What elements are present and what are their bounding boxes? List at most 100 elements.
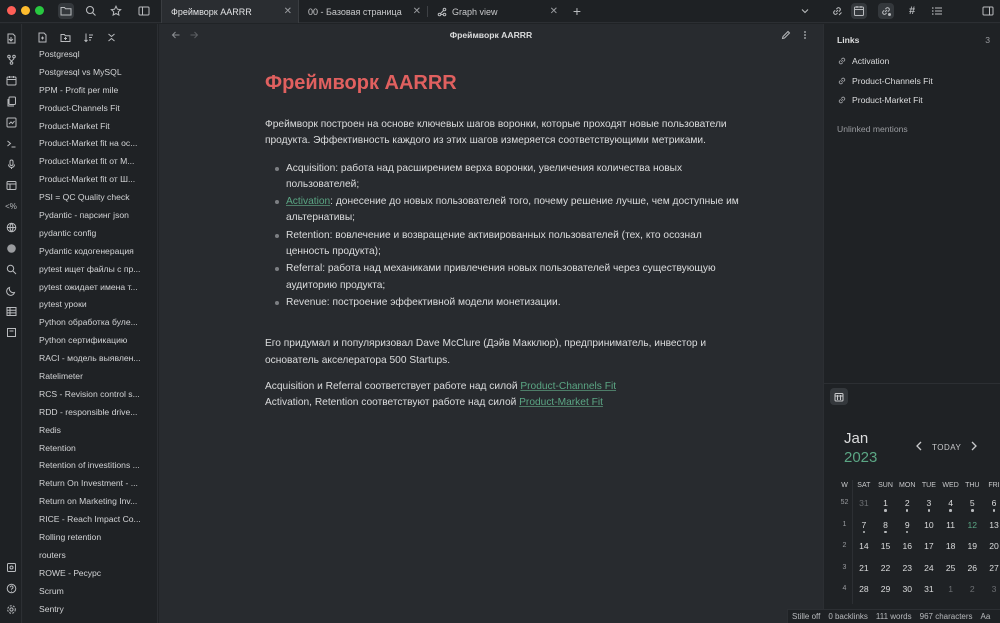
calendar-day[interactable]: 7: [853, 518, 875, 540]
file-item[interactable]: PSI = QC Quality check: [23, 189, 157, 207]
calendar-day[interactable]: 13: [983, 518, 1000, 540]
terminal-icon[interactable]: [3, 135, 19, 151]
calendar-day[interactable]: 6: [983, 496, 1000, 518]
chevron-down-icon[interactable]: [797, 3, 813, 19]
sidebar-toggle-icon[interactable]: [136, 3, 152, 19]
file-item[interactable]: routers: [23, 547, 157, 565]
prev-month-icon[interactable]: [915, 441, 923, 451]
copy-icon[interactable]: [3, 93, 19, 109]
file-item[interactable]: Product-Market Fit: [23, 118, 157, 136]
calendar-day[interactable]: 2: [961, 582, 983, 604]
calendar-day[interactable]: 23: [896, 561, 918, 583]
activation-link[interactable]: Activation: [286, 196, 330, 207]
calendar-day[interactable]: 5: [961, 496, 983, 518]
file-item[interactable]: Postgresql vs MySQL: [23, 64, 157, 82]
linked-note-item[interactable]: Product-Market Fit: [837, 93, 923, 107]
close-icon[interactable]: ✕: [413, 6, 421, 17]
outgoing-links-icon[interactable]: [878, 3, 894, 19]
percent-code-icon[interactable]: <%: [3, 198, 19, 214]
calendar-day[interactable]: 1: [940, 582, 962, 604]
file-item[interactable]: Python обработка буле...: [23, 314, 157, 332]
outline-icon[interactable]: [929, 3, 945, 19]
help-icon[interactable]: [3, 580, 19, 596]
search-icon[interactable]: [83, 3, 99, 19]
file-item[interactable]: pytest ожидает имена т...: [23, 279, 157, 297]
calendar-day[interactable]: 17: [918, 539, 940, 561]
file-item[interactable]: pytest ищет файлы с пр...: [23, 261, 157, 279]
file-item[interactable]: Python сертификацию: [23, 332, 157, 350]
microphone-icon[interactable]: [3, 156, 19, 172]
window-minimize-button[interactable]: [21, 6, 30, 15]
graph-analysis-icon[interactable]: [3, 114, 19, 130]
week-number[interactable]: 2: [837, 539, 853, 561]
calendar-day[interactable]: 31: [918, 582, 940, 604]
file-item[interactable]: RDD - responsible drive...: [23, 404, 157, 422]
git-branch-icon[interactable]: [3, 51, 19, 67]
calendar-day[interactable]: 24: [918, 561, 940, 583]
linked-note-item[interactable]: Activation: [837, 54, 889, 68]
file-item[interactable]: ROWE - Ресурс: [23, 565, 157, 583]
calendar-view-icon[interactable]: [851, 3, 867, 19]
collapse-all-icon[interactable]: [104, 30, 118, 44]
tab-graph-view[interactable]: Graph view ✕: [428, 0, 564, 23]
tab-base-page[interactable]: 00 - Базовая страница ✕: [299, 0, 427, 23]
star-icon[interactable]: [108, 3, 124, 19]
week-number[interactable]: 3: [837, 560, 853, 582]
close-icon[interactable]: ✕: [550, 6, 558, 17]
file-item[interactable]: Pydantic кодогенерация: [23, 243, 157, 261]
calendar-day[interactable]: 4: [940, 496, 962, 518]
stille-status[interactable]: Stille off: [788, 612, 824, 621]
unlinked-mentions-heading[interactable]: Unlinked mentions: [837, 124, 908, 134]
file-item[interactable]: Return on Marketing Inv...: [23, 493, 157, 511]
calendar-day[interactable]: 28: [853, 582, 875, 604]
daily-note-icon[interactable]: [3, 324, 19, 340]
open-quick-switcher-icon[interactable]: [3, 30, 19, 46]
backlinks-icon[interactable]: [829, 3, 845, 19]
file-item[interactable]: Redis: [23, 422, 157, 440]
window-close-button[interactable]: [7, 6, 16, 15]
file-item[interactable]: Postgresql: [23, 46, 157, 64]
calendar-day[interactable]: 26: [961, 561, 983, 583]
settings-gear-icon[interactable]: [3, 601, 19, 617]
linked-note-item[interactable]: Product-Channels Fit: [837, 74, 933, 88]
calendar-day[interactable]: 11: [940, 518, 962, 540]
backlinks-count[interactable]: 0 backlinks: [824, 612, 872, 621]
search-icon[interactable]: [3, 261, 19, 277]
font-size-toggle[interactable]: Aa: [977, 612, 995, 621]
file-item[interactable]: Retention of investitions ...: [23, 457, 157, 475]
calendar-day[interactable]: 14: [853, 539, 875, 561]
calendar-tab-icon[interactable]: [830, 388, 848, 405]
calendar-day[interactable]: 22: [875, 561, 897, 583]
moon-icon[interactable]: [3, 282, 19, 298]
calendar-day[interactable]: 9: [896, 518, 918, 540]
right-sidebar-toggle-icon[interactable]: [980, 3, 996, 19]
globe-icon[interactable]: [3, 219, 19, 235]
calendar-day[interactable]: 3: [983, 582, 1000, 604]
file-item[interactable]: pydantic config: [23, 225, 157, 243]
week-number[interactable]: 1: [837, 517, 853, 539]
calendar-day[interactable]: 1: [875, 496, 897, 518]
calendar-day[interactable]: 16: [896, 539, 918, 561]
week-number[interactable]: 4: [837, 582, 853, 604]
new-folder-icon[interactable]: [58, 30, 72, 44]
file-item[interactable]: Ratelimeter: [23, 368, 157, 386]
file-item[interactable]: Pydantic - парсинг json: [23, 207, 157, 225]
calendar-day[interactable]: 15: [875, 539, 897, 561]
file-item[interactable]: Sentry: [23, 601, 157, 619]
file-item[interactable]: Return On Investment - ...: [23, 475, 157, 493]
calendar-day[interactable]: 21: [853, 561, 875, 583]
calendar-day[interactable]: 10: [918, 518, 940, 540]
calendar-day[interactable]: 3: [918, 496, 940, 518]
window-zoom-button[interactable]: [35, 6, 44, 15]
calendar-day[interactable]: 18: [940, 539, 962, 561]
graph-view-icon[interactable]: [3, 240, 19, 256]
file-item[interactable]: Retention: [23, 440, 157, 458]
calendar-day[interactable]: 31: [853, 496, 875, 518]
week-number[interactable]: 52: [837, 496, 853, 518]
edit-pencil-icon[interactable]: [779, 28, 793, 42]
file-item[interactable]: Product-Channels Fit: [23, 100, 157, 118]
calendar-day[interactable]: 19: [961, 539, 983, 561]
calendar-day[interactable]: 30: [896, 582, 918, 604]
calendar-day[interactable]: 12: [961, 518, 983, 540]
calendar-day[interactable]: 27: [983, 561, 1000, 583]
